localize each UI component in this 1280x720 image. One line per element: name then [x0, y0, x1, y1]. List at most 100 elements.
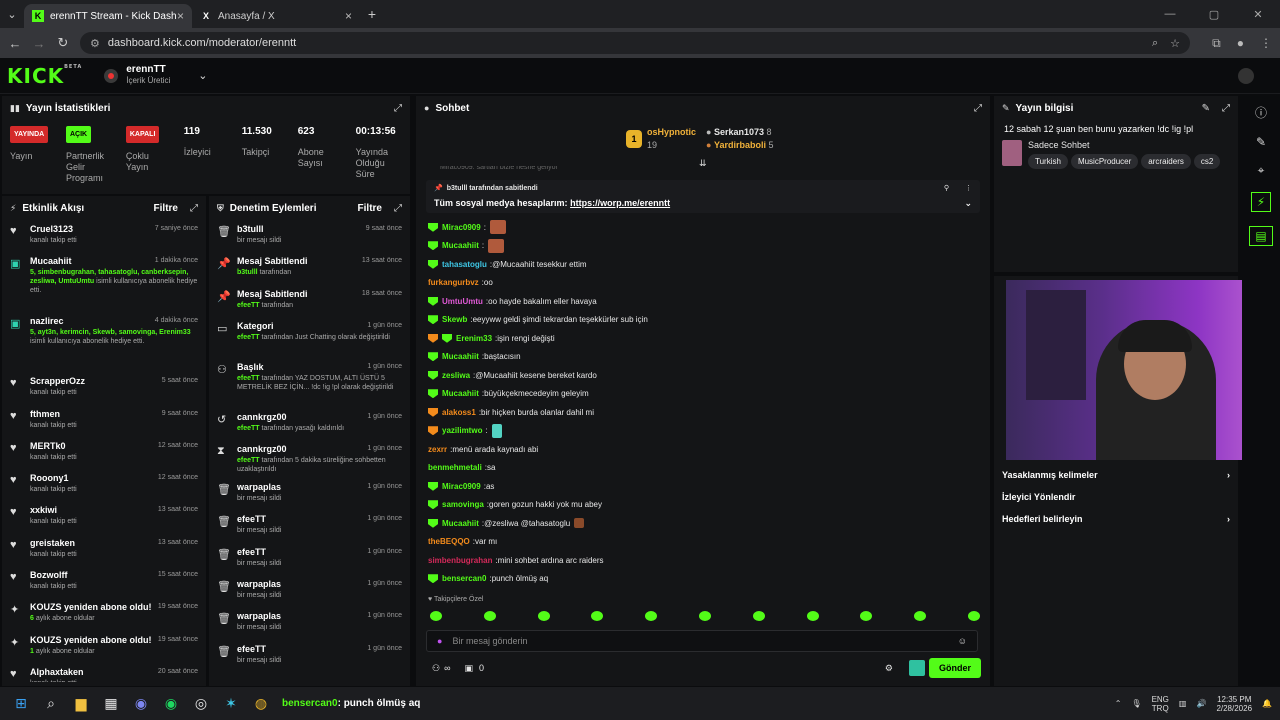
unpin-icon[interactable]: ⚲: [944, 184, 949, 192]
chat-message[interactable]: Mucaahiit: büyükçekmecedeyim geleyim: [416, 385, 990, 404]
spotify-icon[interactable]: ◉: [156, 695, 186, 712]
collapse-icon[interactable]: ⇊: [699, 158, 707, 169]
close-window-button[interactable]: ✕: [1236, 8, 1280, 21]
chat-username[interactable]: Mucaahiit: [442, 241, 479, 250]
chat-message[interactable]: yazilimtwo:: [416, 422, 990, 441]
mod-tools-icon[interactable]: [909, 660, 925, 676]
user-avatar[interactable]: [1238, 67, 1254, 84]
search-icon[interactable]: ⌕: [36, 695, 66, 712]
chat-username[interactable]: Erenim33: [456, 334, 492, 343]
profile-avatar[interactable]: ●: [1237, 36, 1244, 51]
emote-icon[interactable]: [645, 611, 658, 621]
tray-chevron-icon[interactable]: ⌃: [1115, 699, 1122, 708]
emote-icon[interactable]: [967, 611, 980, 621]
chat-message[interactable]: Erenim33: işin rengi değişti: [416, 329, 990, 348]
leader-name[interactable]: Serkan1073: [714, 127, 764, 137]
chat-message[interactable]: Skewb: eeyyww geldi şimdi tekrardan teşe…: [416, 311, 990, 330]
chat-username[interactable]: UmtuUmtu: [442, 297, 483, 306]
chat-message[interactable]: alakoss1: bir hiçken burda olanlar dahil…: [416, 403, 990, 422]
chat-message[interactable]: samovinga: goren gozun hakki yok mu abey: [416, 496, 990, 515]
reload-icon[interactable]: ↻: [51, 35, 75, 51]
notification-bell-icon[interactable]: 🔔: [1262, 699, 1272, 708]
goals-link[interactable]: Hedefleri belirleyin ›: [994, 508, 1238, 530]
leader-name[interactable]: Yardirbaboli: [714, 140, 766, 150]
chevron-down-icon[interactable]: ⌄: [198, 69, 207, 82]
chat-username[interactable]: Mirac0909: [442, 482, 481, 491]
chat-message[interactable]: bensercan0: punch ölmüş aq: [416, 570, 990, 589]
chat-username[interactable]: Mucaahiit: [442, 519, 479, 528]
close-icon[interactable]: ×: [345, 9, 352, 23]
emote-icon[interactable]: [914, 611, 927, 621]
chat-username[interactable]: samovinga: [442, 500, 484, 509]
windows-start-icon[interactable]: ⊞: [6, 695, 36, 712]
chat-username[interactable]: tahasatoglu: [442, 260, 487, 269]
chat-message[interactable]: Mucaahiit: @zesliwa @tahasatoglu: [416, 514, 990, 533]
bolt-icon[interactable]: ⚡: [1250, 192, 1272, 212]
emote-icon[interactable]: [591, 611, 604, 621]
chat-message[interactable]: Mirac0909:: [416, 218, 990, 237]
chat-username[interactable]: alakoss1: [442, 408, 476, 417]
chat-username[interactable]: bensercan0: [442, 574, 486, 583]
info-icon[interactable]: ⓘ: [1255, 104, 1267, 121]
store-icon[interactable]: ▦: [96, 695, 126, 712]
chat-message[interactable]: UmtuUmtu: oo hayde bakalım eller havaya: [416, 292, 990, 311]
discord-icon[interactable]: ◉: [126, 695, 156, 712]
gear-icon[interactable]: ⚙: [885, 663, 893, 674]
chat-message[interactable]: simbenbugrahan: mini sohbet ardına arc r…: [416, 551, 990, 570]
chat-message[interactable]: zesliwa: @Mucaahiit kesene bereket kardo: [416, 366, 990, 385]
emote-icon[interactable]: [483, 611, 496, 621]
emote-icon[interactable]: [806, 611, 819, 621]
emote-icon[interactable]: [430, 611, 442, 621]
chat-message[interactable]: tahasatoglu: @Mucaahiit tesekkur ettim: [416, 255, 990, 274]
popout-icon[interactable]: ⤢: [974, 103, 982, 114]
popout-icon[interactable]: ⤢: [394, 203, 402, 214]
obs-icon[interactable]: ◎: [186, 695, 216, 712]
emote-icon[interactable]: [537, 611, 550, 621]
chat-username[interactable]: zexrr: [428, 445, 447, 454]
chat-username[interactable]: Mirac0909: [442, 223, 481, 232]
new-tab-button[interactable]: +: [360, 6, 384, 22]
emoji-icon[interactable]: ☺: [958, 636, 967, 646]
send-button[interactable]: Gönder: [928, 658, 981, 678]
kick-logo[interactable]: KICKBETA: [7, 64, 82, 88]
clock[interactable]: 12:35 PM 2/28/2026: [1216, 695, 1252, 713]
emote-icon[interactable]: [860, 611, 873, 621]
more-icon[interactable]: ⋮: [965, 184, 972, 192]
channel-switcher[interactable]: erennTT İçerik Üretici ⌄: [104, 65, 207, 86]
chat-input[interactable]: ● Bir mesaj gönderin ☺: [426, 630, 978, 652]
menu-icon[interactable]: ⋮: [1260, 36, 1272, 51]
edit-icon[interactable]: ✎: [1202, 103, 1210, 114]
popout-icon[interactable]: ⤢: [190, 203, 198, 214]
notes-icon[interactable]: ▤: [1249, 226, 1273, 246]
chat-message[interactable]: furkangurbvz: oo: [416, 274, 990, 293]
filter-button[interactable]: Filtre: [154, 203, 178, 214]
chat-message[interactable]: Mirac0909: as: [416, 477, 990, 496]
zoom-icon[interactable]: ⌕: [1152, 37, 1158, 50]
chat-username[interactable]: Mucaahiit: [442, 352, 479, 361]
tab-x[interactable]: X Anasayfa / X ×: [192, 4, 360, 28]
popout-icon[interactable]: ⤢: [394, 103, 402, 114]
chat-username[interactable]: Mucaahiit: [442, 389, 479, 398]
chat-username[interactable]: zesliwa: [442, 371, 470, 380]
chat-message[interactable]: zexrr: menü arada kaynadı abi: [416, 440, 990, 459]
language-indicator[interactable]: ENG TRQ: [1152, 695, 1169, 713]
volume-icon[interactable]: 🔊: [1196, 699, 1206, 708]
target-icon[interactable]: ⌖: [1258, 163, 1265, 178]
chat-message[interactable]: Mucaahiit:: [416, 237, 990, 256]
mic-icon[interactable]: ●: [437, 636, 442, 646]
extensions-icon[interactable]: ⧉: [1212, 36, 1221, 51]
filter-button[interactable]: Filtre: [358, 203, 382, 214]
popout-icon[interactable]: ⤢: [1222, 103, 1230, 114]
edit-icon[interactable]: ✎: [1256, 135, 1266, 149]
tab-list-button[interactable]: ⌄: [0, 8, 24, 21]
emote-icon[interactable]: [698, 611, 711, 621]
site-info-icon[interactable]: ⚙: [90, 37, 100, 50]
chevron-down-icon[interactable]: ⌄: [964, 198, 972, 209]
url-field[interactable]: ⚙ dashboard.kick.com/moderator/erenntt ⌕…: [80, 32, 1190, 54]
chrome-icon[interactable]: ◍: [246, 695, 276, 712]
network-icon[interactable]: ▥: [1179, 699, 1187, 708]
tab-kick[interactable]: K erennTT Stream - Kick Dashboard ×: [24, 4, 192, 28]
banned-words-link[interactable]: Yasaklanmış kelimeler ›: [994, 464, 1238, 486]
back-icon[interactable]: ←: [3, 36, 27, 51]
chat-username[interactable]: Skewb: [442, 315, 467, 324]
